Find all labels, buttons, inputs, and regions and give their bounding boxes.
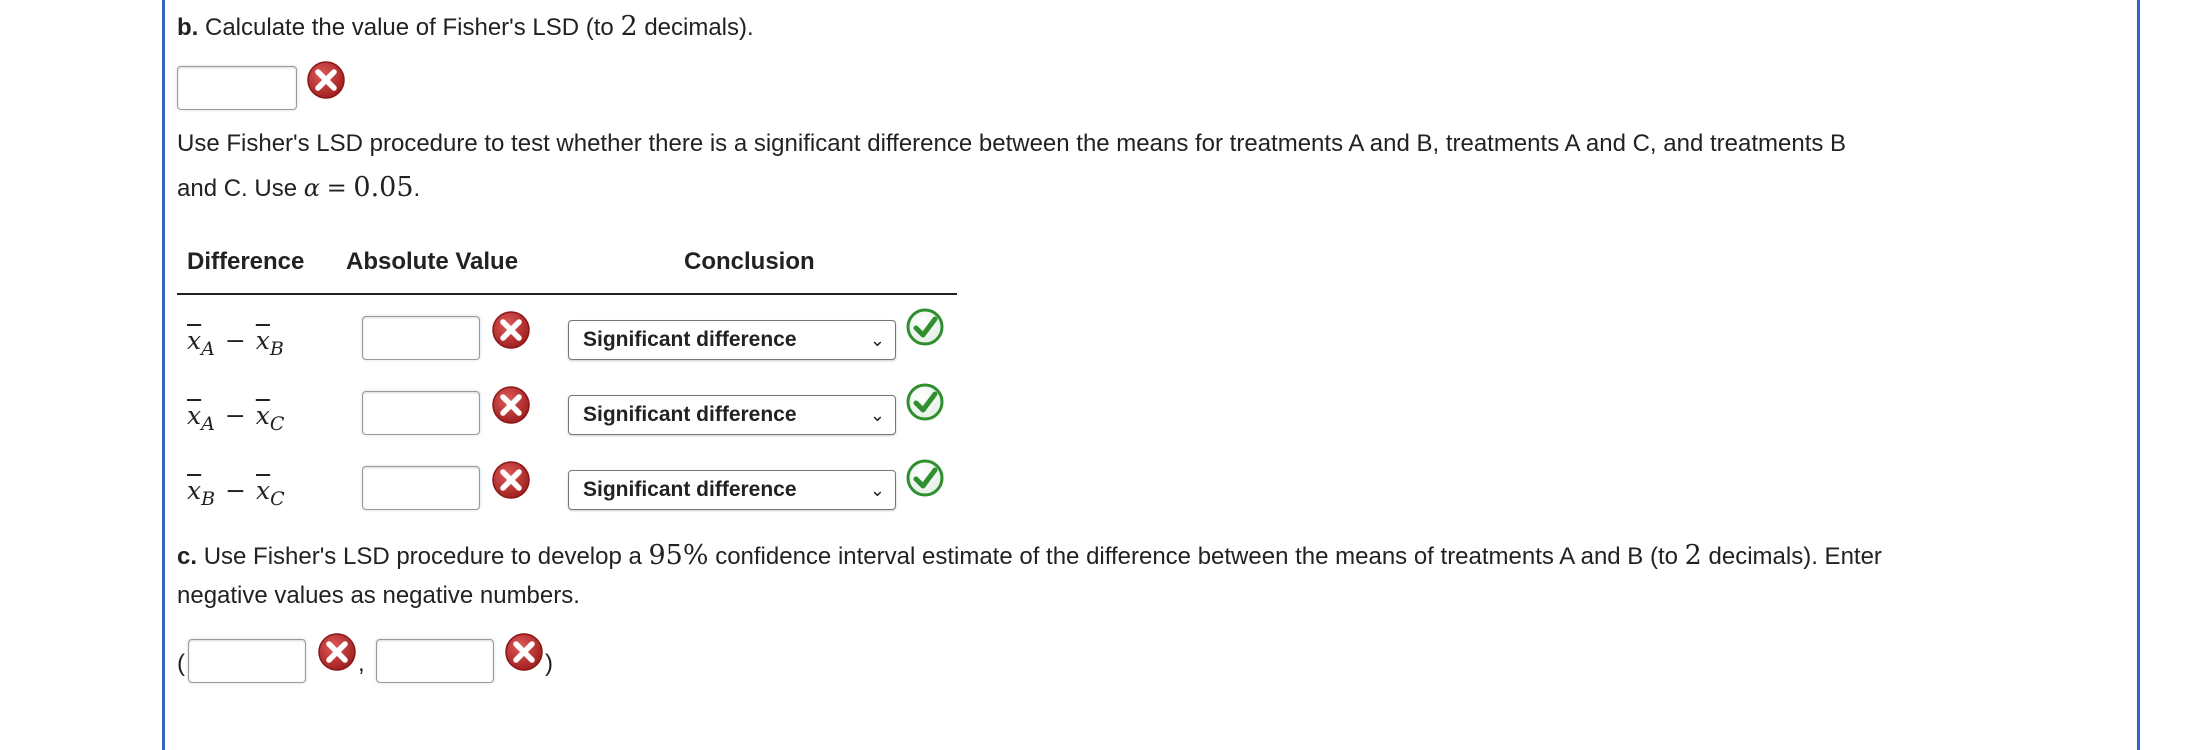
lsd-input[interactable] [177,66,297,110]
header-conclusion: Conclusion [684,248,815,275]
correct-check-icon [905,382,945,422]
incorrect-x-icon [504,632,544,672]
interval-lower-input[interactable] [188,639,306,683]
alpha-value: 0.05 [353,172,414,203]
interval-comma: , [358,650,365,677]
difference-label-ac: xA − xC [187,401,285,435]
conclusion-select-ac[interactable]: Significant difference ⌄ [568,395,896,435]
interval-close-paren: ) [545,650,553,677]
chevron-down-icon: ⌄ [869,330,885,350]
table-header-rule [177,293,957,295]
abs-value-input-bc[interactable] [362,466,480,510]
alpha-symbol: α [303,174,320,202]
abs-value-input-ab[interactable] [362,316,480,360]
chevron-down-icon: ⌄ [869,405,885,425]
chevron-down-icon: ⌄ [869,480,885,500]
difference-label-bc: xB − xC [187,476,285,510]
header-difference: Difference [187,248,305,275]
incorrect-x-icon [306,60,346,100]
abs-value-input-ac[interactable] [362,391,480,435]
incorrect-x-icon [317,632,357,672]
part-c-prompt-line1: c. Use Fisher's LSD procedure to develop… [177,540,1882,571]
part-c-prompt-line2: negative values as negative numbers. [177,582,580,609]
part-b-prompt: b. Calculate the value of Fisher's LSD (… [177,11,754,42]
header-absolute-value: Absolute Value [346,248,519,275]
procedure-text-line1: Use Fisher's LSD procedure to test wheth… [177,130,1847,157]
correct-check-icon [905,458,945,498]
incorrect-x-icon [491,310,531,350]
incorrect-x-icon [491,385,531,425]
incorrect-x-icon [491,460,531,500]
conclusion-select-bc[interactable]: Significant difference ⌄ [568,470,896,510]
question-panel [162,0,2140,750]
correct-check-icon [905,307,945,347]
procedure-text-line2: and C. Use α = 0.05. [177,172,421,203]
interval-open-paren: ( [177,650,185,677]
conclusion-select-ab[interactable]: Significant difference ⌄ [568,320,896,360]
interval-upper-input[interactable] [376,639,494,683]
difference-label-ab: xA − xB [187,326,284,360]
